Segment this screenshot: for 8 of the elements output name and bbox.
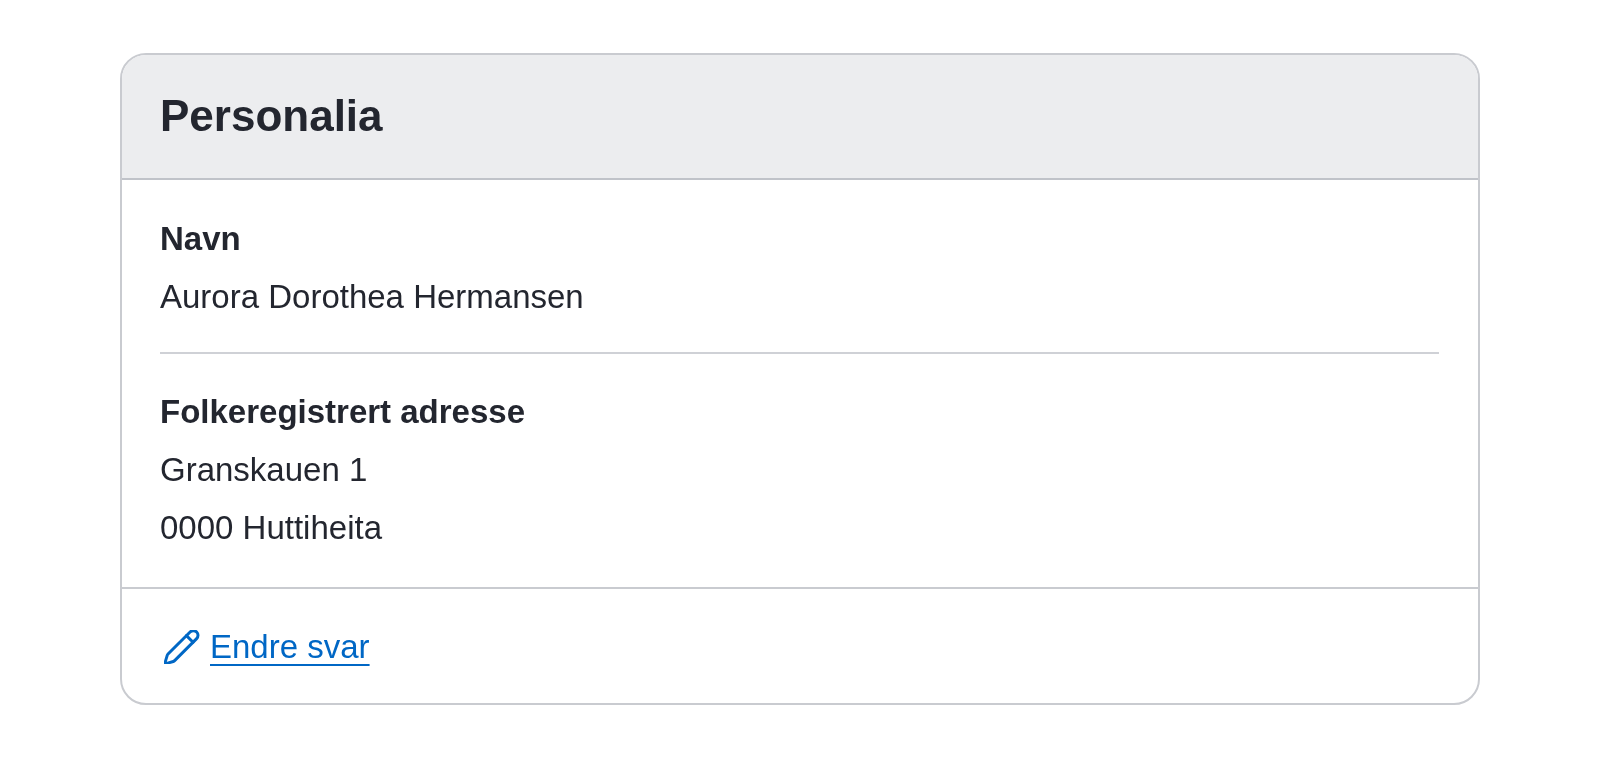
- field-value: Granskauen 1: [160, 450, 369, 490]
- pencil-icon: [164, 630, 200, 664]
- field-label: Navn: [160, 219, 242, 259]
- field-value: 0000 Huttiheita: [160, 508, 383, 548]
- field-value: Aurora Dorothea Hermansen: [160, 277, 585, 317]
- edit-answer-link[interactable]: Endre svar: [164, 618, 370, 676]
- card-title: Personalia: [160, 90, 383, 143]
- field-label: Folkeregistrert adresse: [160, 392, 526, 432]
